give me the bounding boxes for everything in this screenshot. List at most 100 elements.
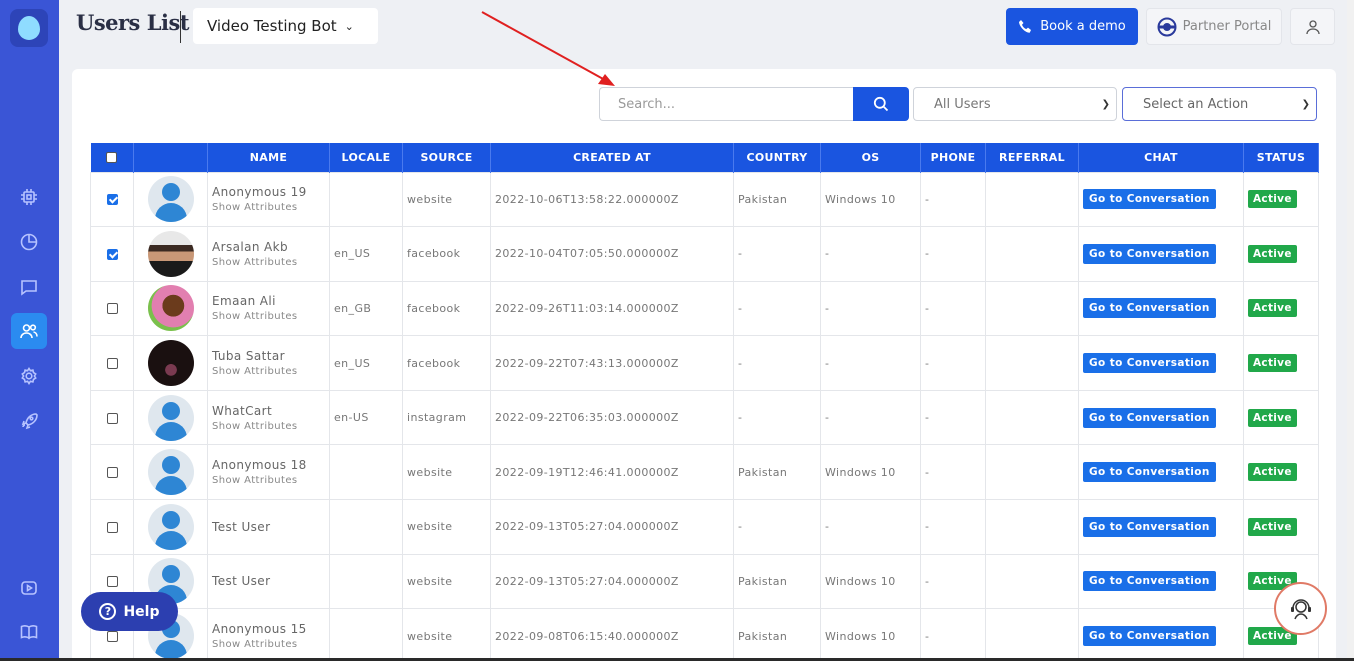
- go-to-conversation-button[interactable]: Go to Conversation: [1083, 571, 1216, 592]
- user-name[interactable]: Tuba Sattar: [212, 349, 325, 363]
- help-button[interactable]: ? Help: [81, 592, 178, 631]
- show-attributes-link[interactable]: Show Attributes: [212, 421, 325, 432]
- user-name[interactable]: Arsalan Akb: [212, 240, 325, 254]
- column-header-created-at[interactable]: CREATED AT: [490, 143, 734, 172]
- row-checkbox[interactable]: [106, 631, 118, 643]
- table-row[interactable]: Test User website 2022-09-13T05:27:04.00…: [90, 499, 1319, 555]
- search-button[interactable]: [853, 87, 909, 121]
- locale-cell: [329, 444, 403, 501]
- user-name[interactable]: Anonymous 18: [212, 458, 325, 472]
- row-checkbox[interactable]: [106, 521, 118, 533]
- sidebar-item-bots[interactable]: [11, 179, 47, 215]
- users-filter-value: All Users: [934, 96, 991, 112]
- column-header-locale[interactable]: LOCALE: [329, 143, 403, 172]
- show-attributes-link[interactable]: Show Attributes: [212, 202, 325, 213]
- go-to-conversation-button[interactable]: Go to Conversation: [1083, 353, 1216, 374]
- support-chat-button[interactable]: [1274, 582, 1327, 635]
- row-checkbox[interactable]: [106, 248, 118, 260]
- table-row[interactable]: Tuba Sattar Show Attributes en_US facebo…: [90, 335, 1319, 391]
- go-to-conversation-button[interactable]: Go to Conversation: [1083, 243, 1216, 264]
- action-select[interactable]: Select an Action ❯: [1122, 87, 1317, 121]
- chat-cell: Go to Conversation: [1078, 499, 1244, 555]
- status-cell: Active: [1243, 499, 1319, 555]
- profile-button[interactable]: [1290, 8, 1335, 45]
- users-filter-select[interactable]: All Users ❯: [913, 87, 1117, 121]
- table-row[interactable]: Anonymous 15 Show Attributes website 202…: [90, 608, 1319, 661]
- name-cell: Arsalan Akb Show Attributes: [207, 226, 330, 282]
- column-header-referral[interactable]: REFERRAL: [985, 143, 1079, 172]
- row-checkbox[interactable]: [106, 576, 118, 588]
- column-header-phone[interactable]: PHONE: [920, 143, 986, 172]
- go-to-conversation-button[interactable]: Go to Conversation: [1083, 462, 1216, 483]
- chat-cell: Go to Conversation: [1078, 171, 1244, 228]
- phone-cell: -: [920, 280, 986, 337]
- column-header-chat[interactable]: CHAT: [1078, 143, 1244, 172]
- created-at-cell: 2022-10-06T13:58:22.000000Z: [490, 171, 734, 228]
- os-cell: Windows 10: [820, 171, 921, 228]
- user-name[interactable]: Anonymous 19: [212, 185, 325, 199]
- locale-cell: [329, 608, 403, 661]
- avatar-cell: [133, 444, 208, 501]
- app-logo[interactable]: [10, 9, 48, 47]
- sidebar-item-docs[interactable]: [11, 614, 47, 650]
- user-name[interactable]: Anonymous 15: [212, 622, 325, 636]
- referral-cell: [985, 499, 1079, 555]
- select-all-checkbox[interactable]: [106, 152, 118, 164]
- table-row[interactable]: Arsalan Akb Show Attributes en_US facebo…: [90, 226, 1319, 282]
- chat-cell: Go to Conversation: [1078, 608, 1244, 661]
- user-name[interactable]: Emaan Ali: [212, 294, 325, 308]
- sidebar-item-videos[interactable]: [11, 570, 47, 606]
- row-checkbox[interactable]: [106, 303, 118, 315]
- status-cell: Active: [1243, 444, 1319, 501]
- sidebar-item-conversations[interactable]: [11, 269, 47, 305]
- locale-cell: en-US: [329, 389, 403, 446]
- table-row[interactable]: Emaan Ali Show Attributes en_GB facebook…: [90, 280, 1319, 337]
- status-badge: Active: [1248, 190, 1297, 209]
- user-name[interactable]: Test User: [212, 574, 325, 588]
- avatar: [147, 503, 194, 550]
- column-header-country[interactable]: COUNTRY: [733, 143, 821, 172]
- search-input[interactable]: [599, 87, 854, 121]
- show-attributes-link[interactable]: Show Attributes: [212, 257, 325, 268]
- column-header-os[interactable]: OS: [820, 143, 921, 172]
- os-cell: -: [820, 389, 921, 446]
- row-checkbox[interactable]: [106, 467, 118, 479]
- go-to-conversation-button[interactable]: Go to Conversation: [1083, 407, 1216, 428]
- partner-logo-icon: [1157, 17, 1177, 36]
- bot-selector[interactable]: Video Testing Bot ⌄: [193, 8, 378, 44]
- book-demo-button[interactable]: Book a demo: [1006, 8, 1138, 45]
- row-checkbox[interactable]: [106, 412, 118, 424]
- column-header-name[interactable]: NAME: [207, 143, 330, 172]
- scrollbar-track[interactable]: [1347, 0, 1354, 658]
- table-row[interactable]: WhatCart Show Attributes en-US instagram…: [90, 389, 1319, 446]
- sidebar-item-analytics[interactable]: [11, 224, 47, 260]
- show-attributes-link[interactable]: Show Attributes: [212, 311, 325, 322]
- name-cell: Anonymous 18 Show Attributes: [207, 444, 330, 501]
- column-header-status[interactable]: STATUS: [1243, 143, 1319, 172]
- show-attributes-link[interactable]: Show Attributes: [212, 639, 325, 650]
- os-cell: -: [820, 335, 921, 391]
- phone-cell: -: [920, 335, 986, 391]
- go-to-conversation-button[interactable]: Go to Conversation: [1083, 189, 1216, 210]
- row-checkbox-cell: [90, 280, 134, 337]
- show-attributes-link[interactable]: Show Attributes: [212, 366, 325, 377]
- go-to-conversation-button[interactable]: Go to Conversation: [1083, 516, 1216, 537]
- partner-portal-button[interactable]: Partner Portal: [1146, 8, 1282, 45]
- row-checkbox[interactable]: [106, 194, 118, 206]
- row-checkbox[interactable]: [106, 358, 118, 370]
- user-name[interactable]: WhatCart: [212, 404, 325, 418]
- sidebar-item-users[interactable]: [11, 313, 47, 349]
- go-to-conversation-button[interactable]: Go to Conversation: [1083, 626, 1216, 647]
- column-header-source[interactable]: SOURCE: [402, 143, 491, 172]
- sidebar-item-settings[interactable]: [11, 358, 47, 394]
- show-attributes-link[interactable]: Show Attributes: [212, 475, 325, 486]
- status-badge: Active: [1248, 299, 1297, 318]
- user-name[interactable]: Test User: [212, 520, 325, 534]
- table-row[interactable]: Test User website 2022-09-13T05:27:04.00…: [90, 553, 1319, 610]
- pie-chart-icon: [20, 233, 38, 251]
- table-row[interactable]: Anonymous 19 Show Attributes website 202…: [90, 171, 1319, 228]
- users-icon: [20, 324, 38, 339]
- go-to-conversation-button[interactable]: Go to Conversation: [1083, 298, 1216, 319]
- sidebar-item-launch[interactable]: [11, 403, 47, 439]
- table-row[interactable]: Anonymous 18 Show Attributes website 202…: [90, 444, 1319, 501]
